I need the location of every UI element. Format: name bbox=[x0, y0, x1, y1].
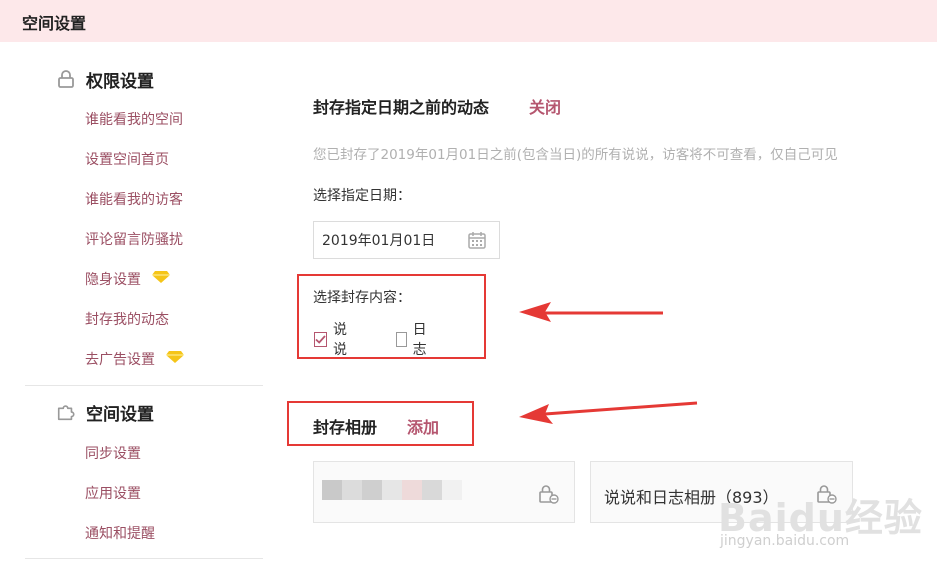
sidebar-section-space: 空间设置 bbox=[56, 400, 154, 425]
sidebar-divider bbox=[25, 558, 263, 559]
top-bar: 空间设置 bbox=[0, 0, 937, 42]
sidebar-item-anti-harassment[interactable]: 评论留言防骚扰 bbox=[85, 229, 183, 249]
sidebar-item-homepage[interactable]: 设置空间首页 bbox=[85, 149, 169, 169]
vip-diamond-icon bbox=[151, 270, 171, 288]
blurred-album-name bbox=[322, 480, 462, 500]
vip-diamond-icon bbox=[165, 350, 185, 368]
annotation-arrow bbox=[519, 401, 698, 424]
sidebar-section-title: 权限设置 bbox=[86, 71, 154, 92]
watermark-url: jingyan.baidu.com bbox=[720, 533, 850, 549]
sidebar-item-sync[interactable]: 同步设置 bbox=[85, 443, 141, 463]
lock-icon bbox=[56, 69, 76, 89]
sidebar-item-invisible[interactable]: 隐身设置 bbox=[85, 269, 171, 289]
sidebar-section-permissions: 权限设置 bbox=[56, 67, 154, 92]
archive-section-title: 封存指定日期之前的动态 bbox=[313, 98, 490, 117]
sidebar: 权限设置 谁能看我的空间 设置空间首页 谁能看我的访客 评论留言防骚扰 隐身设置… bbox=[0, 42, 270, 574]
sidebar-item-notifications[interactable]: 通知和提醒 bbox=[85, 523, 155, 543]
page-title: 空间设置 bbox=[22, 14, 87, 33]
date-value: 2019年01月01日 bbox=[322, 233, 436, 249]
date-label: 选择指定日期： bbox=[313, 188, 411, 204]
calendar-icon bbox=[467, 230, 487, 254]
puzzle-icon bbox=[56, 402, 76, 422]
album-lock-icon bbox=[538, 484, 560, 508]
annotation-arrow bbox=[519, 302, 663, 322]
sidebar-item-archive-posts[interactable]: 封存我的动态 bbox=[85, 309, 169, 329]
sidebar-item-apps[interactable]: 应用设置 bbox=[85, 483, 141, 503]
date-picker[interactable]: 2019年01月01日 bbox=[313, 221, 500, 259]
album-card[interactable] bbox=[313, 461, 575, 523]
close-link[interactable]: 关闭 bbox=[529, 94, 561, 118]
annotation-box bbox=[287, 401, 474, 446]
sidebar-divider bbox=[25, 385, 263, 386]
sidebar-section-title: 空间设置 bbox=[86, 404, 154, 425]
annotation-box bbox=[297, 274, 486, 359]
sidebar-item-remove-ads[interactable]: 去广告设置 bbox=[85, 349, 185, 369]
archive-status-hint: 您已封存了2019年01月01日之前(包含当日)的所有说说，访客将不可查看，仅自… bbox=[313, 147, 838, 163]
sidebar-item-who-can-view[interactable]: 谁能看我的空间 bbox=[85, 109, 183, 129]
sidebar-item-visitors[interactable]: 谁能看我的访客 bbox=[85, 189, 183, 209]
